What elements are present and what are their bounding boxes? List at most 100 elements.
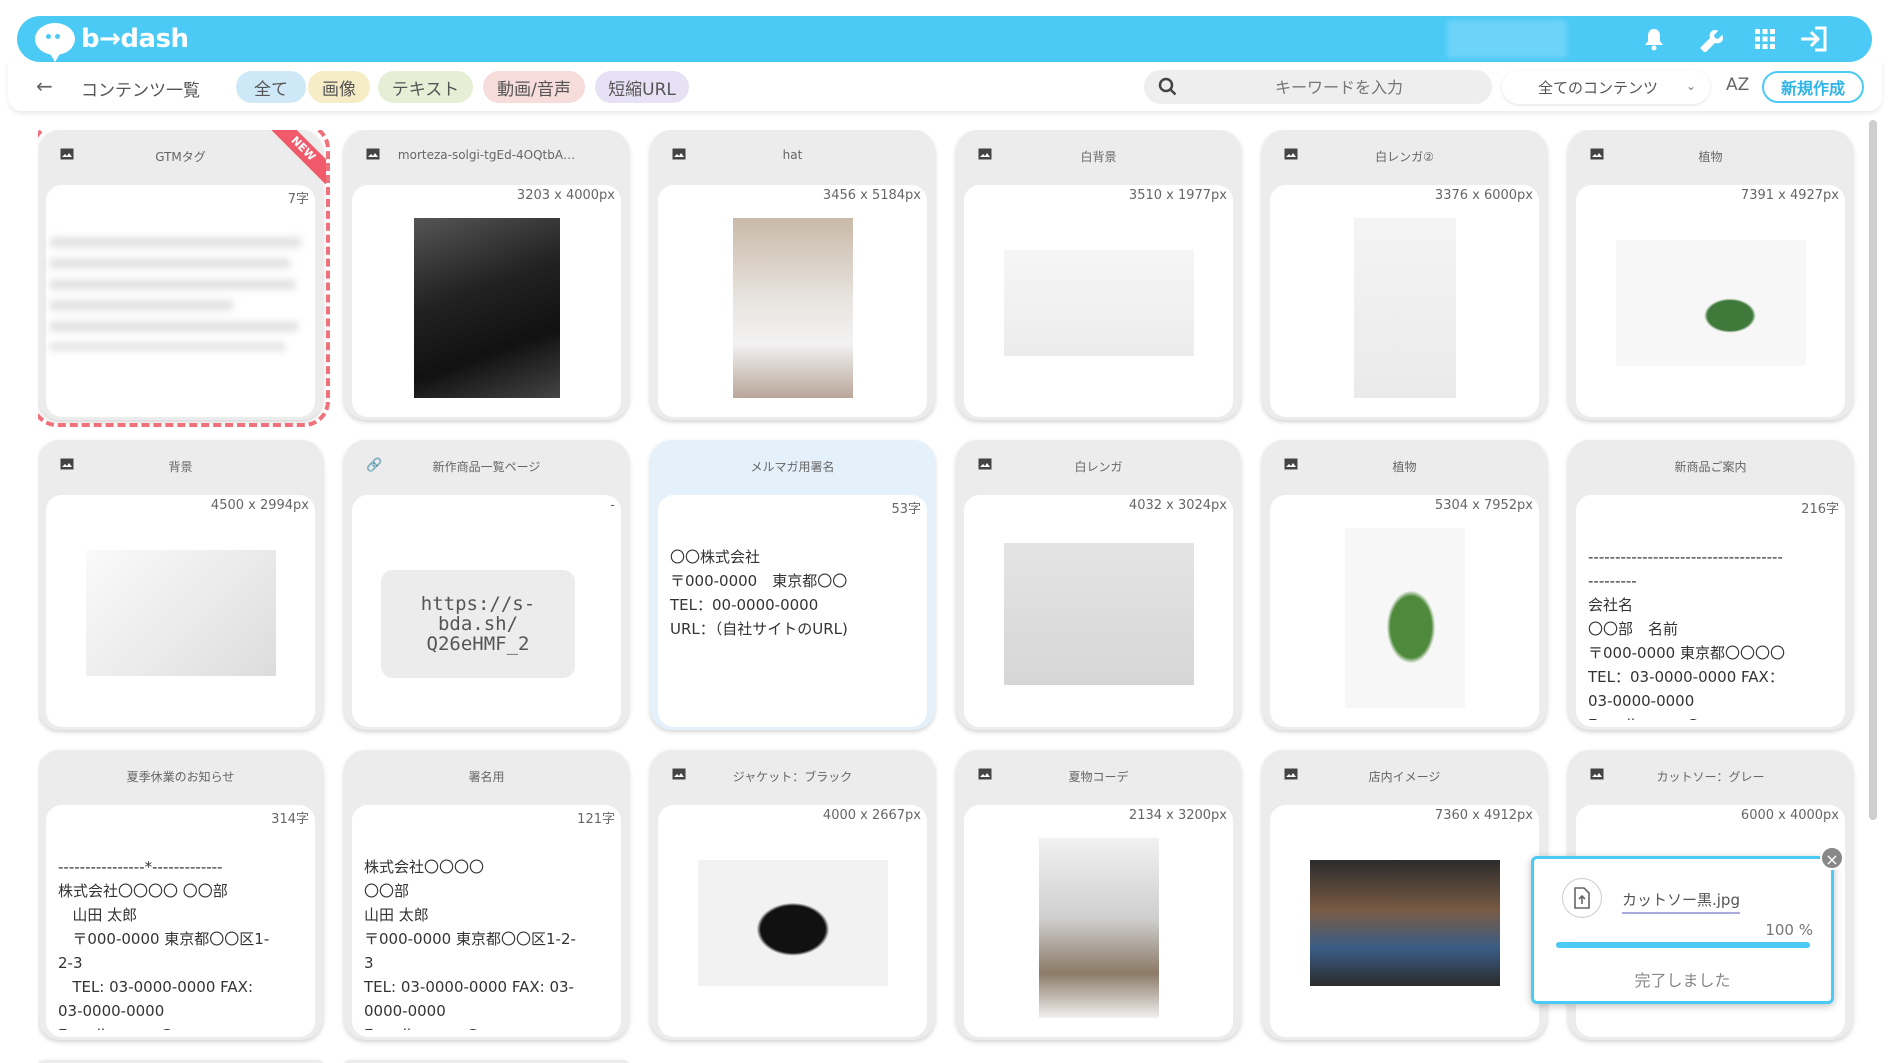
- content-card[interactable]: 夏物コーデ 2134 x 3200px: [956, 750, 1241, 1040]
- card-title: 白レンガ: [1074, 460, 1123, 474]
- image-thumbnail: [697, 860, 888, 986]
- text-snippet: ----------------*------------- 株式会社〇〇〇〇 …: [58, 858, 270, 1030]
- new-badge: NEW: [270, 130, 326, 184]
- card-meta: 121字: [577, 812, 615, 827]
- filter-tab-label: テキスト: [391, 79, 460, 100]
- chevron-down-icon: ⌄: [1685, 79, 1696, 93]
- new-content-button[interactable]: 新規作成: [1762, 71, 1864, 103]
- apps-grid-icon[interactable]: [1750, 24, 1780, 54]
- card-meta: 7360 x 4912px: [1434, 808, 1533, 823]
- text-snippet: 株式会社〇〇〇〇 〇〇部 山田 太郎 〒000-0000 東京都〇〇区1-2- …: [364, 858, 576, 1030]
- logo[interactable]: b→dash: [35, 23, 189, 62]
- card-meta: 7字: [287, 192, 309, 207]
- search-input[interactable]: [1204, 70, 1474, 104]
- filter-tab-text[interactable]: テキスト: [378, 71, 473, 103]
- app: b→dash ← コンテンツ一覧 全て 画像 テキスト 動画/音声 短縮URL …: [0, 0, 1890, 1063]
- content-card[interactable]: 白背景 3510 x 1977px: [956, 130, 1241, 420]
- card-title: 夏季休業のお知らせ: [126, 770, 235, 784]
- image-thumbnail: [732, 218, 853, 398]
- content-card[interactable]: ジャケット：ブラック 4000 x 2667px: [650, 750, 935, 1040]
- upload-file-name: カットソー黒.jpg: [1622, 889, 1740, 914]
- card-meta: 4032 x 3024px: [1128, 498, 1227, 513]
- image-thumbnail: [1615, 240, 1806, 366]
- card-meta: 4500 x 2994px: [210, 498, 309, 513]
- upload-progress-fill: [1556, 942, 1810, 948]
- upload-progress-bar: [1556, 942, 1810, 948]
- card-meta: 216字: [1801, 502, 1839, 517]
- card-title: GTMタグ: [155, 150, 206, 164]
- user-info-blurred: [1447, 20, 1567, 58]
- content-type-select[interactable]: 全てのコンテンツ ⌄: [1502, 70, 1710, 104]
- card-title: 店内イメージ: [1368, 770, 1441, 784]
- card-tab: [658, 805, 828, 845]
- image-thumbnail: [1003, 543, 1194, 685]
- search-icon: [1158, 77, 1177, 96]
- content-card[interactable]: morteza-solgi-tgEd-4OQtbA… 3203 x 4000px: [344, 130, 629, 420]
- card-title: メルマガ用署名: [750, 460, 835, 474]
- filter-tab-media[interactable]: 動画/音声: [483, 71, 585, 103]
- filter-tab-short-url[interactable]: 短縮URL: [595, 71, 689, 103]
- card-title: 署名用: [468, 770, 505, 784]
- image-thumbnail: [413, 218, 560, 398]
- card-title: 新商品ご案内: [1674, 460, 1747, 474]
- content-card[interactable]: 白レンガ② 3376 x 6000px: [1262, 130, 1547, 420]
- content-card[interactable]: 夏季休業のお知らせ 314字 ----------------*----------…: [38, 750, 323, 1040]
- filter-tab-all[interactable]: 全て: [236, 71, 306, 103]
- card-title: hat: [782, 148, 803, 162]
- text-snippet: ------------------------------------ ---…: [1588, 548, 1785, 720]
- content-card[interactable]: 背景 4500 x 2994px: [38, 440, 323, 730]
- card-tab: [1576, 495, 1746, 535]
- card-title: morteza-solgi-tgEd-4OQtbA…: [397, 148, 576, 162]
- logout-icon[interactable]: [1799, 24, 1829, 54]
- sort-az-button[interactable]: AZ: [1726, 75, 1749, 95]
- page-title: コンテンツ一覧: [81, 81, 200, 101]
- scrollbar[interactable]: [1869, 120, 1877, 820]
- card-meta: 4000 x 2667px: [822, 808, 921, 823]
- image-thumbnail: [1038, 838, 1159, 1018]
- card-title: 植物: [1392, 460, 1417, 474]
- card-title: 植物: [1698, 150, 1723, 164]
- image-thumbnail: [1344, 528, 1465, 708]
- card-meta: 6000 x 4000px: [1740, 808, 1839, 823]
- close-icon[interactable]: ×: [1820, 846, 1844, 870]
- select-value: 全てのコンテンツ: [1538, 78, 1659, 97]
- short-url-preview: https://s-bda.sh/ Q26eHMF_2: [381, 570, 575, 678]
- logo-bubble-icon: [35, 23, 75, 62]
- card-title: 夏物コーデ: [1068, 770, 1129, 784]
- card-title: ジャケット：ブラック: [732, 770, 853, 784]
- back-arrow-icon[interactable]: ←: [36, 74, 53, 98]
- card-tab: [46, 805, 216, 845]
- filter-tab-image[interactable]: 画像: [308, 71, 370, 103]
- card-meta: 3203 x 4000px: [516, 188, 615, 203]
- filter-tab-label: 全て: [254, 79, 288, 100]
- card-meta: 314字: [271, 812, 309, 827]
- card-title: 背景: [168, 460, 193, 474]
- image-thumbnail: [1353, 218, 1456, 398]
- text-snippet: 〇〇株式会社 〒000-0000 東京都〇〇 TEL：00-0000-0000 …: [670, 548, 848, 638]
- content-card[interactable]: メルマガ用署名 53字 〇〇株式会社 〒000-0000 東京都〇〇 TEL：00-…: [650, 440, 935, 730]
- upload-percent: 100 %: [1765, 921, 1813, 939]
- card-tab: [1576, 805, 1746, 845]
- content-card[interactable]: hat 3456 x 5184px: [650, 130, 935, 420]
- card-meta: -: [610, 498, 615, 513]
- card-tab: [658, 495, 828, 535]
- card-tab: [964, 185, 1134, 225]
- content-card[interactable]: 白レンガ 4032 x 3024px: [956, 440, 1241, 730]
- filter-tab-label: 画像: [322, 79, 356, 100]
- card-tab: [352, 805, 522, 845]
- content-card[interactable]: GTMタグ 7字 NEW: [38, 130, 330, 427]
- file-upload-icon: [1562, 878, 1602, 918]
- bell-icon[interactable]: [1639, 24, 1669, 54]
- wrench-icon[interactable]: [1695, 24, 1725, 54]
- content-card[interactable]: 植物 5304 x 7952px: [1262, 440, 1547, 730]
- content-card[interactable]: 署名用 121字株式会社〇〇〇〇 〇〇部 山田 太郎 〒000-0000 東京都〇…: [344, 750, 629, 1040]
- filter-tab-label: 動画/音声: [497, 79, 571, 100]
- card-meta: 2134 x 3200px: [1128, 808, 1227, 823]
- content-card[interactable]: 新商品ご案内 216字 ------------------------------…: [1568, 440, 1853, 730]
- card-tab: [46, 495, 216, 535]
- image-thumbnail: [85, 550, 276, 676]
- content-card[interactable]: 植物 7391 x 4927px: [1568, 130, 1853, 420]
- content-card[interactable]: 🔗 新作商品一覧ページ - https://s-bda.sh/ Q26eHMF_2: [344, 440, 629, 730]
- content-card[interactable]: 店内イメージ 7360 x 4912px: [1262, 750, 1547, 1040]
- card-meta: 5304 x 7952px: [1434, 498, 1533, 513]
